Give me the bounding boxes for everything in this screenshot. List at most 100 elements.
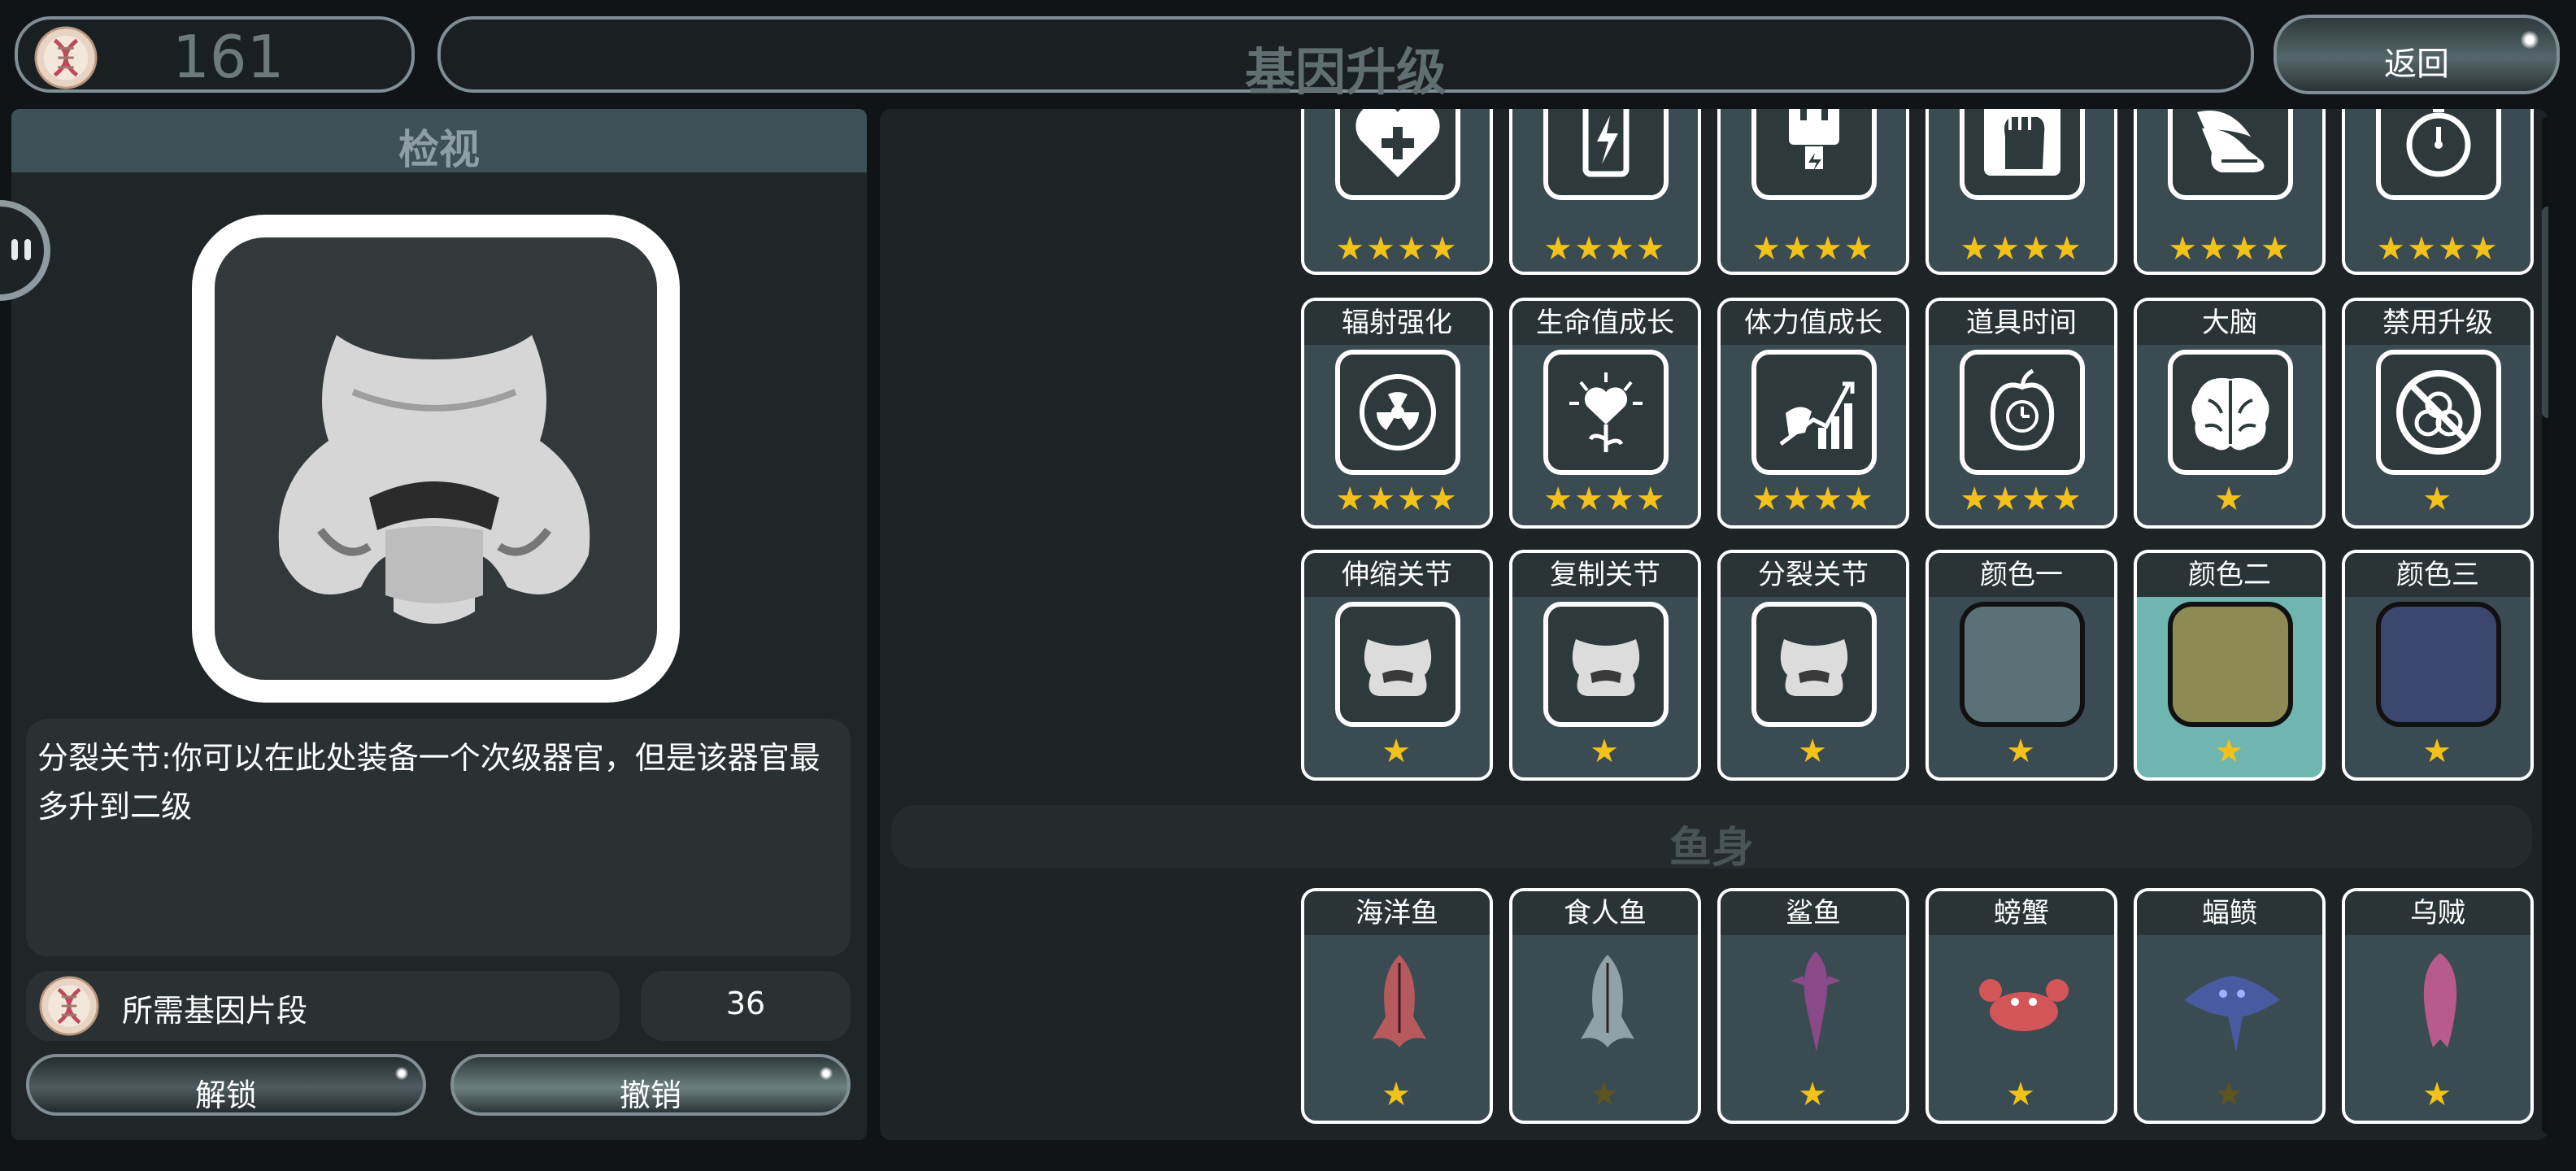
card-icon-frame (1335, 350, 1460, 475)
card-icon-frame (2168, 109, 2293, 200)
card-title: 颜色三 (2345, 553, 2530, 597)
card-title: 颜色二 (2137, 553, 2322, 597)
card-icon-frame (1751, 350, 1877, 475)
upgrade-card[interactable]: 复制关节 ★ (1509, 550, 1701, 781)
upgrade-card[interactable]: 螃蟹 ★ (1925, 888, 2117, 1124)
star-rating: ★ (2006, 1076, 2037, 1113)
heart-growth-icon (1569, 372, 1643, 452)
crab-icon (1979, 979, 2069, 1031)
upgrade-card[interactable]: 大脑 ★ (2134, 298, 2326, 529)
upgrade-card[interactable]: 海洋鱼 ★ (1301, 888, 1493, 1124)
upgrade-card[interactable]: 伸缩关节 ★ (1301, 550, 1493, 781)
upgrade-card[interactable]: ★★★★ (2342, 109, 2534, 275)
star-rating: ★ (1382, 733, 1412, 770)
inspect-title: 检视 (398, 126, 480, 173)
unlock-button[interactable]: 解锁 (26, 1054, 426, 1116)
upgrade-card[interactable]: 禁用升级 ★ (2342, 298, 2534, 529)
card-icon-frame (1543, 602, 1669, 727)
star-rating: ★ (1590, 733, 1621, 770)
upgrade-grid-panel[interactable]: ★★★★★★★★★★★★★★★★★★★★★★★★★★★★★ 辐射强化★★★★生命… (880, 109, 2548, 1140)
card-icon-frame (1543, 109, 1669, 200)
star-rating: ★ (1798, 733, 1829, 770)
squid-icon (2423, 953, 2457, 1047)
card-icon-frame (2168, 350, 2293, 475)
upgrade-card[interactable]: ★★★★ (1925, 109, 2117, 275)
upgrade-card[interactable]: 食人鱼 ★ (1509, 888, 1701, 1124)
card-title: 生命值成长 (1512, 301, 1698, 345)
card-title: 海洋鱼 (1304, 891, 1490, 935)
unlock-button-label: 解锁 (194, 1077, 257, 1113)
radiation-icon (1360, 374, 1436, 451)
selected-item-preview (192, 215, 680, 703)
fish-body-section-header: 鱼身 (891, 805, 2532, 873)
star-rating: ★ (2214, 481, 2245, 518)
upgrade-card[interactable]: 颜色三 ★ (2342, 550, 2534, 781)
color-swatch (2376, 602, 2501, 727)
star-rating: ★ (2214, 1076, 2245, 1113)
card-icon-frame (1342, 943, 1457, 1062)
upgrade-card[interactable]: 生命值成长 ★★★★ (1509, 298, 1701, 529)
color-swatch (2168, 602, 2293, 727)
cancel-button-label: 撤销 (619, 1077, 681, 1113)
upgrade-card[interactable]: 体力值成长 ★★★★ (1717, 298, 1909, 529)
card-title: 乌贼 (2345, 891, 2530, 935)
card-title: 禁用升级 (2345, 301, 2530, 345)
upgrade-card[interactable]: ★★★★ (2134, 109, 2326, 275)
upgrade-card[interactable]: 颜色一 ★ (1925, 550, 2117, 781)
card-icon-frame (1758, 943, 1873, 1062)
upgrade-card[interactable]: ★★★★ (1717, 109, 1909, 275)
star-rating: ★★★★ (1335, 230, 1459, 268)
upgrade-card[interactable]: ★★★★ (1301, 109, 1493, 275)
inspect-header: 检视 (11, 109, 867, 173)
star-rating: ★★★★ (1543, 230, 1667, 268)
upgrade-card[interactable]: 鲨鱼 ★ (1717, 888, 1909, 1124)
card-icon-frame (1550, 943, 1665, 1062)
title-bar: 基因升级 (437, 16, 2254, 102)
card-icon-frame (1960, 109, 2085, 200)
upgrade-card[interactable]: 蝠鲼 ★ (2134, 888, 2326, 1124)
star-rating: ★★★★ (1960, 481, 2083, 518)
split-joint-large-icon (278, 335, 590, 624)
required-fragments-value: 36 (725, 986, 766, 1021)
apple-clock-icon (1990, 368, 2055, 451)
fist-icon (1984, 109, 2060, 176)
back-button[interactable]: 返回 (2274, 15, 2560, 94)
dna-coin-icon (39, 976, 99, 1036)
card-title: 食人鱼 (1512, 891, 1698, 935)
card-title: 分裂关节 (1721, 553, 1906, 597)
stamina-growth-icon (1779, 381, 1855, 449)
scrollbar-thumb[interactable] (2542, 207, 2548, 418)
gloss-highlight (2521, 31, 2539, 49)
card-title: 伸缩关节 (1304, 553, 1490, 597)
star-rating: ★★★★ (1751, 481, 1875, 518)
card-icon-frame (2382, 943, 2498, 1062)
item-description: 分裂关节:你可以在此处装备一个次级器官，但是该器官最多升到二级 (37, 740, 820, 825)
stopwatch-icon (2406, 109, 2471, 177)
color-swatch (1960, 602, 2085, 727)
card-title: 鲨鱼 (1721, 891, 1906, 935)
upgrade-card[interactable]: 颜色二 ★ (2134, 550, 2326, 781)
gloss-highlight (820, 1067, 833, 1080)
star-rating: ★ (1590, 1076, 1621, 1113)
star-rating: ★★★★ (1335, 481, 1459, 518)
battery-icon (1582, 109, 1630, 177)
upgrade-card[interactable]: ★★★★ (1509, 109, 1701, 275)
upgrade-card[interactable]: 道具时间 ★★★★ (1925, 298, 2117, 529)
card-icon-frame (1751, 602, 1877, 727)
card-icon-frame (2174, 943, 2290, 1062)
star-rating: ★ (2422, 1076, 2453, 1113)
upgrade-card[interactable]: 辐射强化 ★★★★ (1301, 298, 1493, 529)
star-rating: ★★★★ (1751, 230, 1875, 268)
star-rating: ★★★★ (1960, 230, 2083, 268)
required-fragments-label: 所需基因片段 (122, 993, 308, 1029)
card-icon-frame (1335, 602, 1460, 727)
joint-icon (1572, 639, 1640, 696)
upgrade-card[interactable]: 分裂关节 ★ (1717, 550, 1909, 781)
section-title: 鱼身 (1669, 824, 1754, 873)
fish-tail-icon (1581, 955, 1634, 1047)
description-box: 分裂关节:你可以在此处装备一个次级器官，但是该器官最多升到二级 (26, 719, 851, 956)
cancel-button[interactable]: 撤销 (450, 1054, 851, 1116)
star-rating: ★ (2422, 481, 2453, 518)
card-icon-frame (1960, 350, 2085, 475)
upgrade-card[interactable]: 乌贼 ★ (2342, 888, 2534, 1124)
